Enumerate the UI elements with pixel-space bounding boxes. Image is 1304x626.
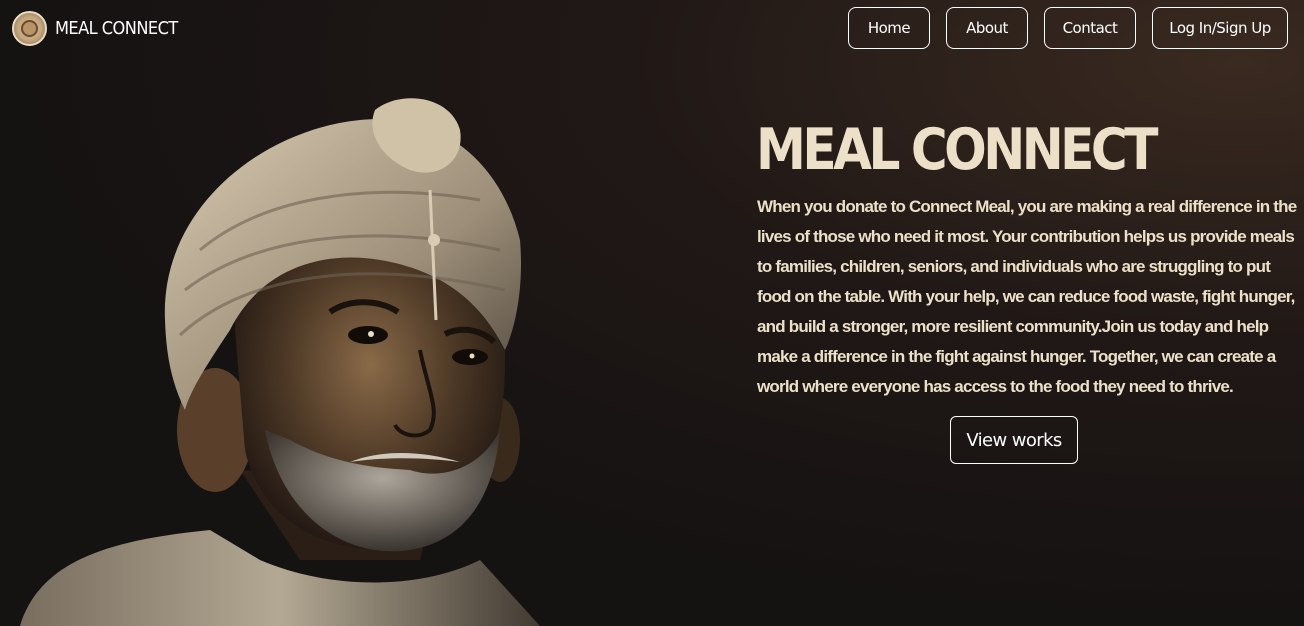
brand-name: MEAL CONNECT <box>55 17 178 39</box>
hero-portrait-image <box>0 90 620 626</box>
top-navbar: MEAL CONNECT Home About Contact Log In/S… <box>0 0 1304 58</box>
meal-connect-logo-icon <box>12 10 47 46</box>
nav-about-button[interactable]: About <box>946 7 1028 49</box>
view-works-button[interactable]: View works <box>950 416 1078 464</box>
hero-description: When you donate to Connect Meal, you are… <box>757 197 1297 396</box>
brand[interactable]: MEAL CONNECT <box>12 10 191 46</box>
nav-contact-button[interactable]: Contact <box>1044 7 1136 49</box>
hero-title: MEAL CONNECT <box>756 117 1158 183</box>
nav-home-button[interactable]: Home <box>848 7 930 49</box>
nav-login-signup-button[interactable]: Log In/Sign Up <box>1152 7 1288 49</box>
